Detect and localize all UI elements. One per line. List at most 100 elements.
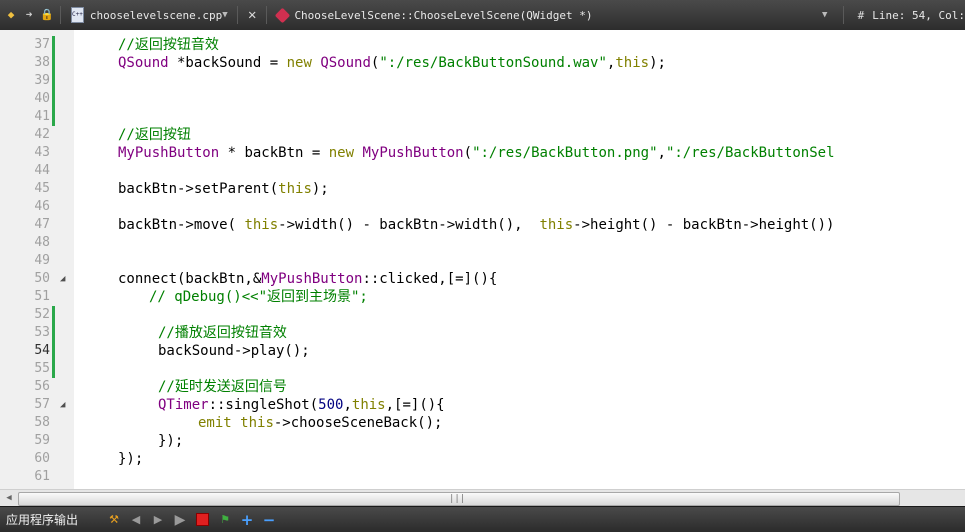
output-pane-bar: 应用程序输出 ⚒ ◀ ▶ ▶ ⚑ + − xyxy=(0,506,965,532)
scroll-left-icon[interactable]: ◀ xyxy=(2,491,16,505)
next-item-icon[interactable]: ▶ xyxy=(150,512,166,528)
code-line[interactable]: 39 xyxy=(0,72,965,90)
code-line[interactable]: 57 ◢ QTimer::singleShot(500,this,[=](){ xyxy=(0,396,965,414)
line-number: 51 xyxy=(34,289,50,304)
lock-icon[interactable]: 🔒 xyxy=(40,7,54,23)
code-token: ->width() - backBtn->width(), xyxy=(278,217,540,233)
code-line[interactable]: 51 // qDebug()<<"返回到主场景"; xyxy=(0,288,965,306)
navigate-back-icon[interactable]: ◆ xyxy=(4,7,18,23)
line-number: 43 xyxy=(34,145,50,160)
editor-toolbar: ◆ ➜ 🔒 C++ chooselevelscene.cpp ▼ ✕ Choos… xyxy=(0,0,965,31)
line-number: 49 xyxy=(34,253,50,268)
code-line[interactable]: 42 //返回按钮 xyxy=(0,126,965,144)
code-text: //返回按钮 xyxy=(118,126,191,144)
rebuild-icon[interactable]: ⚒ xyxy=(106,512,122,528)
code-line[interactable]: 58 emit this->chooseSceneBack(); xyxy=(0,414,965,432)
line-number: 47 xyxy=(34,217,50,232)
code-line[interactable]: 56 //延时发送返回信号 xyxy=(0,378,965,396)
line-number: 50 xyxy=(34,271,50,286)
code-text: // qDebug()<<"返回到主场景"; xyxy=(149,288,368,306)
open-documents-combo[interactable]: C++ chooselevelscene.cpp ▼ xyxy=(67,4,231,26)
code-token: ":/res/BackButtonSel xyxy=(665,145,835,161)
code-token: //返回按钮音效 xyxy=(118,37,219,53)
code-line[interactable]: 43 MyPushButton * backBtn = new MyPushBut… xyxy=(0,144,965,162)
code-line[interactable]: 52 xyxy=(0,306,965,324)
code-line[interactable]: 61 xyxy=(0,468,965,486)
code-token: ::singleShot( xyxy=(208,397,319,413)
line-number: 58 xyxy=(34,415,50,430)
code-line[interactable]: 44 xyxy=(0,162,965,180)
code-text: }); xyxy=(118,450,143,468)
code-token: // qDebug()<<"返回到主场景"; xyxy=(149,289,368,305)
code-line[interactable]: 38 QSound *backSound = new QSound(":/res/… xyxy=(0,54,965,72)
navigate-forward-icon[interactable]: ➜ xyxy=(22,7,36,23)
encoding-hash[interactable]: # xyxy=(858,9,865,22)
close-document-icon[interactable]: ✕ xyxy=(248,7,256,23)
code-token: new xyxy=(286,55,312,71)
code-token: }); xyxy=(118,451,144,467)
code-line[interactable]: 50 ◢ connect(backBtn,&MyPushButton::clicke… xyxy=(0,270,965,288)
code-line[interactable]: 40 xyxy=(0,90,965,108)
code-line[interactable]: 48 xyxy=(0,234,965,252)
code-token: QSound xyxy=(118,55,169,71)
line-number: 39 xyxy=(34,73,50,88)
scrollbar-thumb[interactable]: ||| xyxy=(18,492,900,506)
current-function-name: ChooseLevelScene::ChooseLevelScene(QWidg… xyxy=(294,8,593,22)
code-line[interactable]: 60}); xyxy=(0,450,965,468)
line-number: 61 xyxy=(34,469,50,484)
code-token: ->chooseSceneBack(); xyxy=(273,415,443,431)
run-icon[interactable]: ▶ xyxy=(172,512,188,528)
code-line[interactable]: 37 //返回按钮音效 xyxy=(0,36,965,54)
code-text: QTimer::singleShot(500,this,[=](){ xyxy=(158,396,445,414)
code-token: ( xyxy=(463,145,473,161)
code-line[interactable]: 47 backBtn->move( this->width() - backBtn… xyxy=(0,216,965,234)
chevron-down-icon[interactable]: ▼ xyxy=(822,10,827,20)
code-line[interactable]: 41 xyxy=(0,108,965,126)
code-line[interactable]: 54 backSound->play(); xyxy=(0,342,965,360)
zoom-out-icon[interactable]: − xyxy=(261,512,277,528)
previous-item-icon[interactable]: ◀ xyxy=(128,512,144,528)
attach-debugger-icon[interactable]: ⚑ xyxy=(217,512,233,528)
code-token: * backBtn = xyxy=(219,145,329,161)
code-token: 500 xyxy=(318,397,344,413)
code-text: //延时发送返回信号 xyxy=(158,378,287,396)
code-editor[interactable]: 37 //返回按钮音效 38 QSound *backSound = new QSou… xyxy=(0,30,965,489)
code-text: QSound *backSound = new QSound(":/res/Ba… xyxy=(118,54,666,72)
code-text: connect(backBtn,&MyPushButton::clicked,[… xyxy=(118,270,497,288)
code-token: MyPushButton xyxy=(118,145,220,161)
code-text: //返回按钮音效 xyxy=(118,36,219,54)
code-line[interactable]: 45 backBtn->setParent(this); xyxy=(0,180,965,198)
zoom-in-icon[interactable]: + xyxy=(239,512,255,528)
change-marker xyxy=(52,108,55,126)
code-token: backBtn->setParent( xyxy=(118,181,279,197)
cursor-position[interactable]: Line: 54, Col: xyxy=(872,9,965,22)
line-number: 40 xyxy=(34,91,50,106)
line-number: 52 xyxy=(34,307,50,322)
code-token: new xyxy=(328,145,355,161)
code-line[interactable]: 46 xyxy=(0,198,965,216)
code-token: backBtn->move( xyxy=(118,217,245,233)
code-token: connect(backBtn,& xyxy=(118,271,262,287)
change-marker xyxy=(52,342,55,360)
line-number: 42 xyxy=(34,127,50,142)
cursor-status: # Line: 54, Col: xyxy=(837,0,965,30)
line-number: 44 xyxy=(34,163,50,178)
stop-icon[interactable] xyxy=(196,513,209,526)
code-token: QSound xyxy=(320,55,371,71)
code-line[interactable]: 55 xyxy=(0,360,965,378)
code-line[interactable]: 49 xyxy=(0,252,965,270)
code-token: this xyxy=(240,415,274,431)
code-token: this xyxy=(615,55,650,71)
toolbar-separator xyxy=(237,6,238,24)
code-line[interactable]: 53 //播放返回按钮音效 xyxy=(0,324,965,342)
chevron-down-icon[interactable]: ▼ xyxy=(222,10,227,20)
code-line[interactable]: 59}); xyxy=(0,432,965,450)
fold-toggle-icon[interactable]: ◢ xyxy=(60,270,65,288)
code-token: ,[=](){ xyxy=(385,397,445,413)
fold-toggle-icon[interactable]: ◢ xyxy=(60,396,65,414)
line-number: 59 xyxy=(34,433,50,448)
code-token: //延时发送返回信号 xyxy=(158,379,287,395)
code-token: this xyxy=(539,217,574,233)
horizontal-scrollbar[interactable]: ◀ ||| xyxy=(0,489,965,507)
symbol-combo[interactable]: ChooseLevelScene::ChooseLevelScene(QWidg… xyxy=(273,4,833,26)
